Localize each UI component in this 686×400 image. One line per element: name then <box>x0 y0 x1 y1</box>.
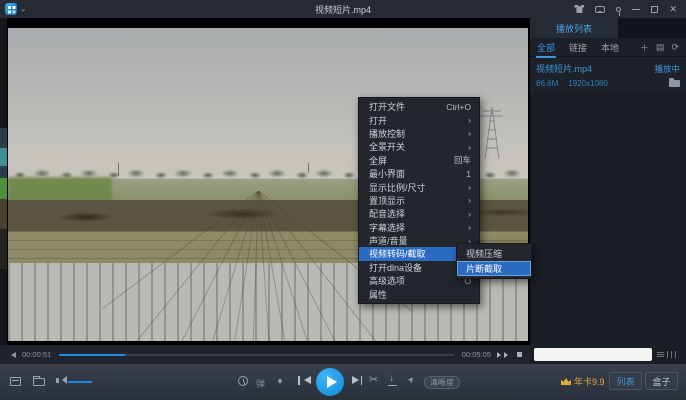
list-toggle-button[interactable]: 列表 <box>609 372 642 390</box>
playlist-footer <box>530 345 686 364</box>
maximize-button[interactable] <box>651 6 658 13</box>
menu-item-aspect-ratio[interactable]: 显示比例/尺寸› <box>359 180 479 193</box>
open-folder-icon[interactable] <box>669 80 680 87</box>
menu-item-fullscreen[interactable]: 全屏回车 <box>359 154 479 167</box>
menu-item-open[interactable]: 打开› <box>359 113 479 126</box>
play-order-icon[interactable] <box>8 352 16 358</box>
utility-pole <box>118 163 119 176</box>
play-button[interactable] <box>316 368 344 396</box>
chevron-down-icon[interactable]: ⌄ <box>20 5 27 13</box>
menu-item-dubbing-select[interactable]: 配音选择› <box>359 207 479 220</box>
tab-local[interactable]: 本地 <box>601 38 619 57</box>
tab-links[interactable]: 链接 <box>569 38 587 57</box>
menu-item-playback-control[interactable]: 播放控制› <box>359 127 479 140</box>
refresh-icon[interactable]: ⟳ <box>671 42 679 53</box>
close-button[interactable]: ✕ <box>669 5 677 14</box>
skin-icon[interactable] <box>574 5 584 13</box>
playlist-panel: 播放列表 全部 链接 本地 ＋ ▤ ⟳ 视频短片.mp4 播放中 86.6M 1… <box>530 18 686 345</box>
add-icon[interactable]: ＋ <box>640 41 649 54</box>
progress-row: 00:00:51 00:05:05 <box>0 345 530 364</box>
menu-item-always-on-top[interactable]: 置顶显示› <box>359 194 479 207</box>
menu-item-open-file[interactable]: 打开文件Ctrl+O <box>359 100 479 113</box>
volume-slider[interactable] <box>68 381 92 383</box>
feedback-icon[interactable] <box>595 6 605 13</box>
danmaku-toggle[interactable]: 弹 <box>256 377 265 390</box>
crown-icon <box>561 378 571 385</box>
playback-speed-icon[interactable] <box>238 376 248 386</box>
submenu-item-video-compress[interactable]: 视频压缩 <box>457 246 531 261</box>
fast-forward-icon[interactable] <box>497 352 511 358</box>
url-input[interactable] <box>534 348 652 361</box>
stop-icon[interactable] <box>517 352 522 357</box>
volume-icon[interactable] <box>56 378 59 383</box>
app-logo-icon[interactable] <box>5 3 17 15</box>
playing-badge: 播放中 <box>654 63 680 75</box>
playlist-header: 播放列表 <box>530 18 686 38</box>
seek-bar[interactable] <box>59 354 454 356</box>
total-time: 00:05:05 <box>462 350 491 359</box>
ab-repeat-icon[interactable] <box>276 376 285 386</box>
list-handle-icon[interactable] <box>657 351 676 358</box>
menu-item-properties[interactable]: 属性 <box>359 287 479 300</box>
next-button[interactable] <box>352 376 362 386</box>
vip-label: 年卡9.9 <box>574 375 605 388</box>
previous-button[interactable] <box>298 376 308 386</box>
transmission-tower <box>478 106 506 160</box>
file-resolution: 1920x1080 <box>568 79 608 88</box>
box-button[interactable]: 盒子 <box>645 372 678 390</box>
pin-icon[interactable] <box>616 7 621 12</box>
select-icon[interactable]: ➤ <box>406 375 416 385</box>
menu-item-mini-interface[interactable]: 最小界面1 <box>359 167 479 180</box>
current-time: 00:00:51 <box>22 350 51 359</box>
media-library-icon[interactable] <box>10 377 21 386</box>
playlist-item[interactable]: 视频短片.mp4 播放中 86.6M 1920x1080 <box>530 57 686 92</box>
open-folder-icon[interactable] <box>33 378 45 386</box>
submenu-item-clip-extract[interactable]: 片断截取 <box>457 261 531 276</box>
menu-item-subtitle-select[interactable]: 字幕选择› <box>359 221 479 234</box>
vip-offer[interactable]: 年卡9.9 <box>561 375 605 388</box>
context-submenu: 视频压缩 片断截取 <box>456 243 532 279</box>
playlist-tabs: 全部 链接 本地 ＋ ▤ ⟳ <box>530 38 686 57</box>
tab-all[interactable]: 全部 <box>537 38 555 57</box>
titlebar: ⌄ 视频短片.mp4 ✕ <box>0 0 686 18</box>
quality-selector[interactable]: 清晰度 <box>424 376 460 389</box>
playlist-item-name: 视频短片.mp4 <box>536 62 592 75</box>
clip-scissors-icon[interactable]: ✂ <box>369 375 378 386</box>
player-window: ⌄ 视频短片.mp4 ✕ <box>0 0 686 400</box>
control-bar: 弹 ✂ ↓ ➤ 清晰度 年卡9.9 列表 盒子 <box>0 364 686 400</box>
menu-item-panorama-toggle[interactable]: 全景开关› <box>359 140 479 153</box>
desktop-edge-strip <box>0 18 7 345</box>
file-size: 86.6M <box>536 79 558 88</box>
minimize-button[interactable] <box>632 9 640 10</box>
new-page-icon[interactable]: ▤ <box>656 42 665 53</box>
playlist-header-tab[interactable]: 播放列表 <box>530 18 618 38</box>
seek-bar-fill <box>59 354 125 356</box>
download-icon[interactable]: ↓ <box>389 374 394 384</box>
utility-pole <box>308 163 309 173</box>
